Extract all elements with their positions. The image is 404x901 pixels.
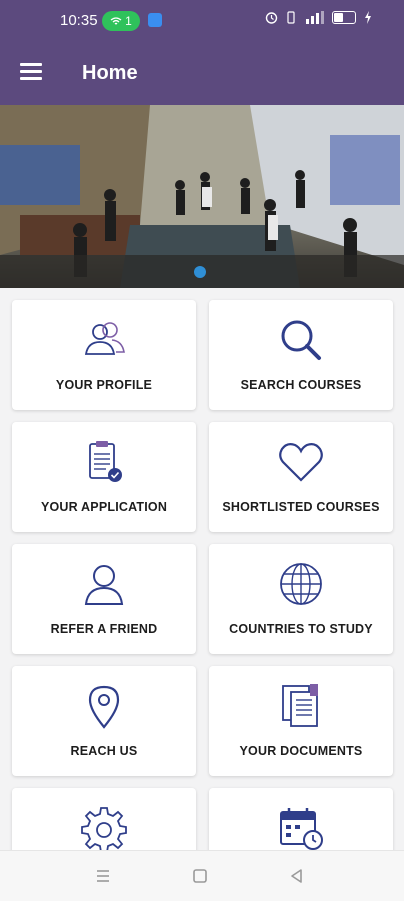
status-bar: 10:35 1 bbox=[0, 0, 404, 43]
tile-label: YOUR DOCUMENTS bbox=[239, 744, 363, 758]
status-time: 10:35 bbox=[60, 12, 98, 29]
users-icon bbox=[84, 322, 125, 355]
tile-shortlisted-courses[interactable]: SHORTLISTED COURSES bbox=[209, 422, 393, 532]
hotspot-icon bbox=[110, 17, 122, 25]
tile-label: YOUR PROFILE bbox=[55, 378, 153, 392]
banner-carousel[interactable] bbox=[0, 105, 404, 288]
tile-label: REACH US bbox=[70, 744, 138, 758]
tile-label: YOUR APPLICATION bbox=[40, 500, 168, 514]
back-nav-icon[interactable] bbox=[288, 867, 306, 885]
tile-reach-us[interactable]: REACH US bbox=[12, 666, 196, 776]
tile-refer-a-friend[interactable]: REFER A FRIEND bbox=[12, 544, 196, 654]
tile-label: SHORTLISTED COURSES bbox=[222, 500, 380, 514]
tile-label: REFER A FRIEND bbox=[50, 622, 158, 636]
clipboard-check-icon bbox=[89, 441, 122, 482]
tile-label: COUNTRIES TO STUDY bbox=[229, 622, 373, 636]
alarm-icon bbox=[265, 12, 278, 24]
hotspot-indicator: 1 bbox=[102, 11, 140, 31]
heart-icon bbox=[279, 443, 323, 482]
tile-countries-to-study[interactable]: COUNTRIES TO STUDY bbox=[209, 544, 393, 654]
signal-icon bbox=[306, 11, 324, 24]
battery-icon bbox=[332, 11, 356, 24]
hamburger-menu-icon[interactable] bbox=[20, 63, 42, 81]
globe-icon bbox=[280, 563, 322, 605]
gear-icon bbox=[81, 807, 127, 852]
search-icon bbox=[281, 320, 321, 360]
calendar-clock-icon bbox=[280, 808, 323, 850]
documents-icon bbox=[282, 684, 318, 727]
page-title: Home bbox=[82, 62, 138, 84]
notification-icon bbox=[148, 13, 162, 27]
menu-nav-icon[interactable] bbox=[94, 867, 112, 885]
hotspot-count: 1 bbox=[125, 14, 132, 28]
user-icon bbox=[84, 565, 124, 605]
tile-your-application[interactable]: YOUR APPLICATION bbox=[12, 422, 196, 532]
location-pin-icon bbox=[88, 685, 120, 729]
charging-icon bbox=[365, 11, 371, 24]
exhibition-hall-photo bbox=[0, 105, 404, 288]
tile-your-documents[interactable]: YOUR DOCUMENTS bbox=[209, 666, 393, 776]
status-icons bbox=[265, 11, 372, 24]
carousel-indicator[interactable] bbox=[194, 266, 206, 278]
tile-search-courses[interactable]: SEARCH COURSES bbox=[209, 300, 393, 410]
system-nav-bar bbox=[0, 850, 404, 901]
app-bar: Home bbox=[0, 43, 404, 105]
home-nav-icon[interactable] bbox=[191, 867, 209, 885]
vibrate-icon bbox=[287, 11, 295, 24]
tile-your-profile[interactable]: YOUR PROFILE bbox=[12, 300, 196, 410]
tile-label: SEARCH COURSES bbox=[240, 378, 362, 392]
